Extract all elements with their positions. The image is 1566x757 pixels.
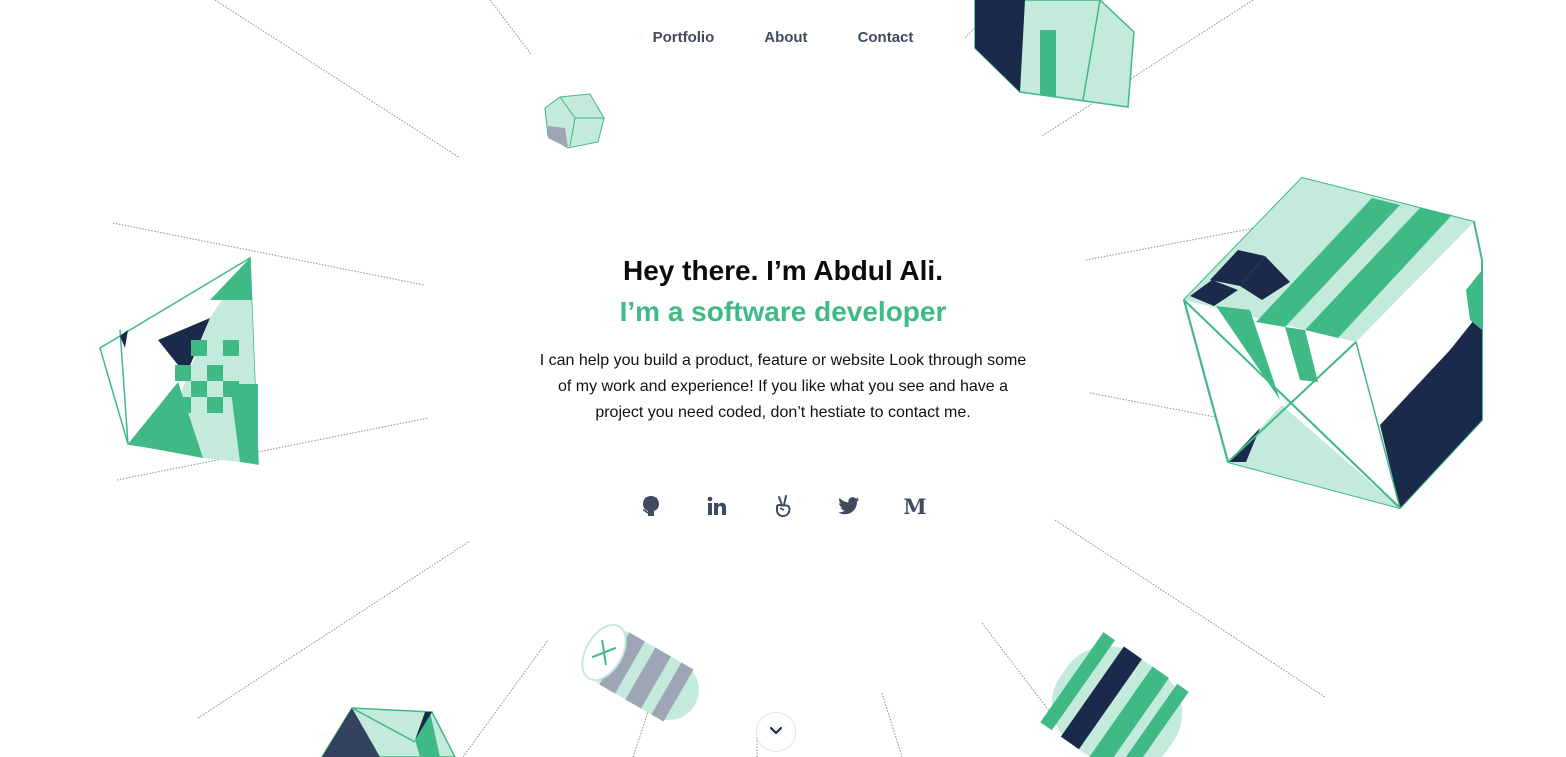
medium-icon: M <box>903 493 927 519</box>
landing-page: Portfolio About Contact Hey there. I’m A… <box>0 0 1566 757</box>
angellist-link[interactable] <box>750 490 816 522</box>
shape-bottom-pill <box>581 624 699 722</box>
medium-link[interactable]: M <box>882 490 948 522</box>
shape-top-right-block <box>974 0 1135 108</box>
hero-greeting: Hey there. I’m Abdul Ali. <box>623 255 943 286</box>
nav-link-portfolio[interactable]: Portfolio <box>653 26 715 50</box>
social-links: M <box>0 490 1566 522</box>
nav-link-about[interactable]: About <box>764 26 807 50</box>
shape-bottom-left-pyramid <box>321 707 456 757</box>
shape-small-cube <box>544 93 605 149</box>
hero-role: I’m a software developer <box>619 296 947 327</box>
shape-left-pyramid <box>99 256 259 465</box>
linkedin-icon <box>707 496 727 516</box>
scroll-down-button[interactable] <box>756 712 796 752</box>
github-icon <box>641 495 661 517</box>
nav-link-contact[interactable]: Contact <box>858 26 914 50</box>
hero-intro: I can help you build a product, feature … <box>539 352 1027 421</box>
twitter-icon <box>838 496 860 516</box>
top-navigation: Portfolio About Contact <box>0 26 1566 50</box>
hero-section: Hey there. I’m Abdul Ali. I’m a software… <box>483 250 1083 426</box>
linkedin-link[interactable] <box>684 490 750 522</box>
chevron-down-icon <box>769 723 783 741</box>
shape-bottom-right-cylinder <box>1040 632 1189 757</box>
github-link[interactable] <box>618 490 684 522</box>
twitter-link[interactable] <box>816 490 882 522</box>
angellist-icon <box>774 495 792 517</box>
shape-right-cube <box>1182 176 1483 510</box>
